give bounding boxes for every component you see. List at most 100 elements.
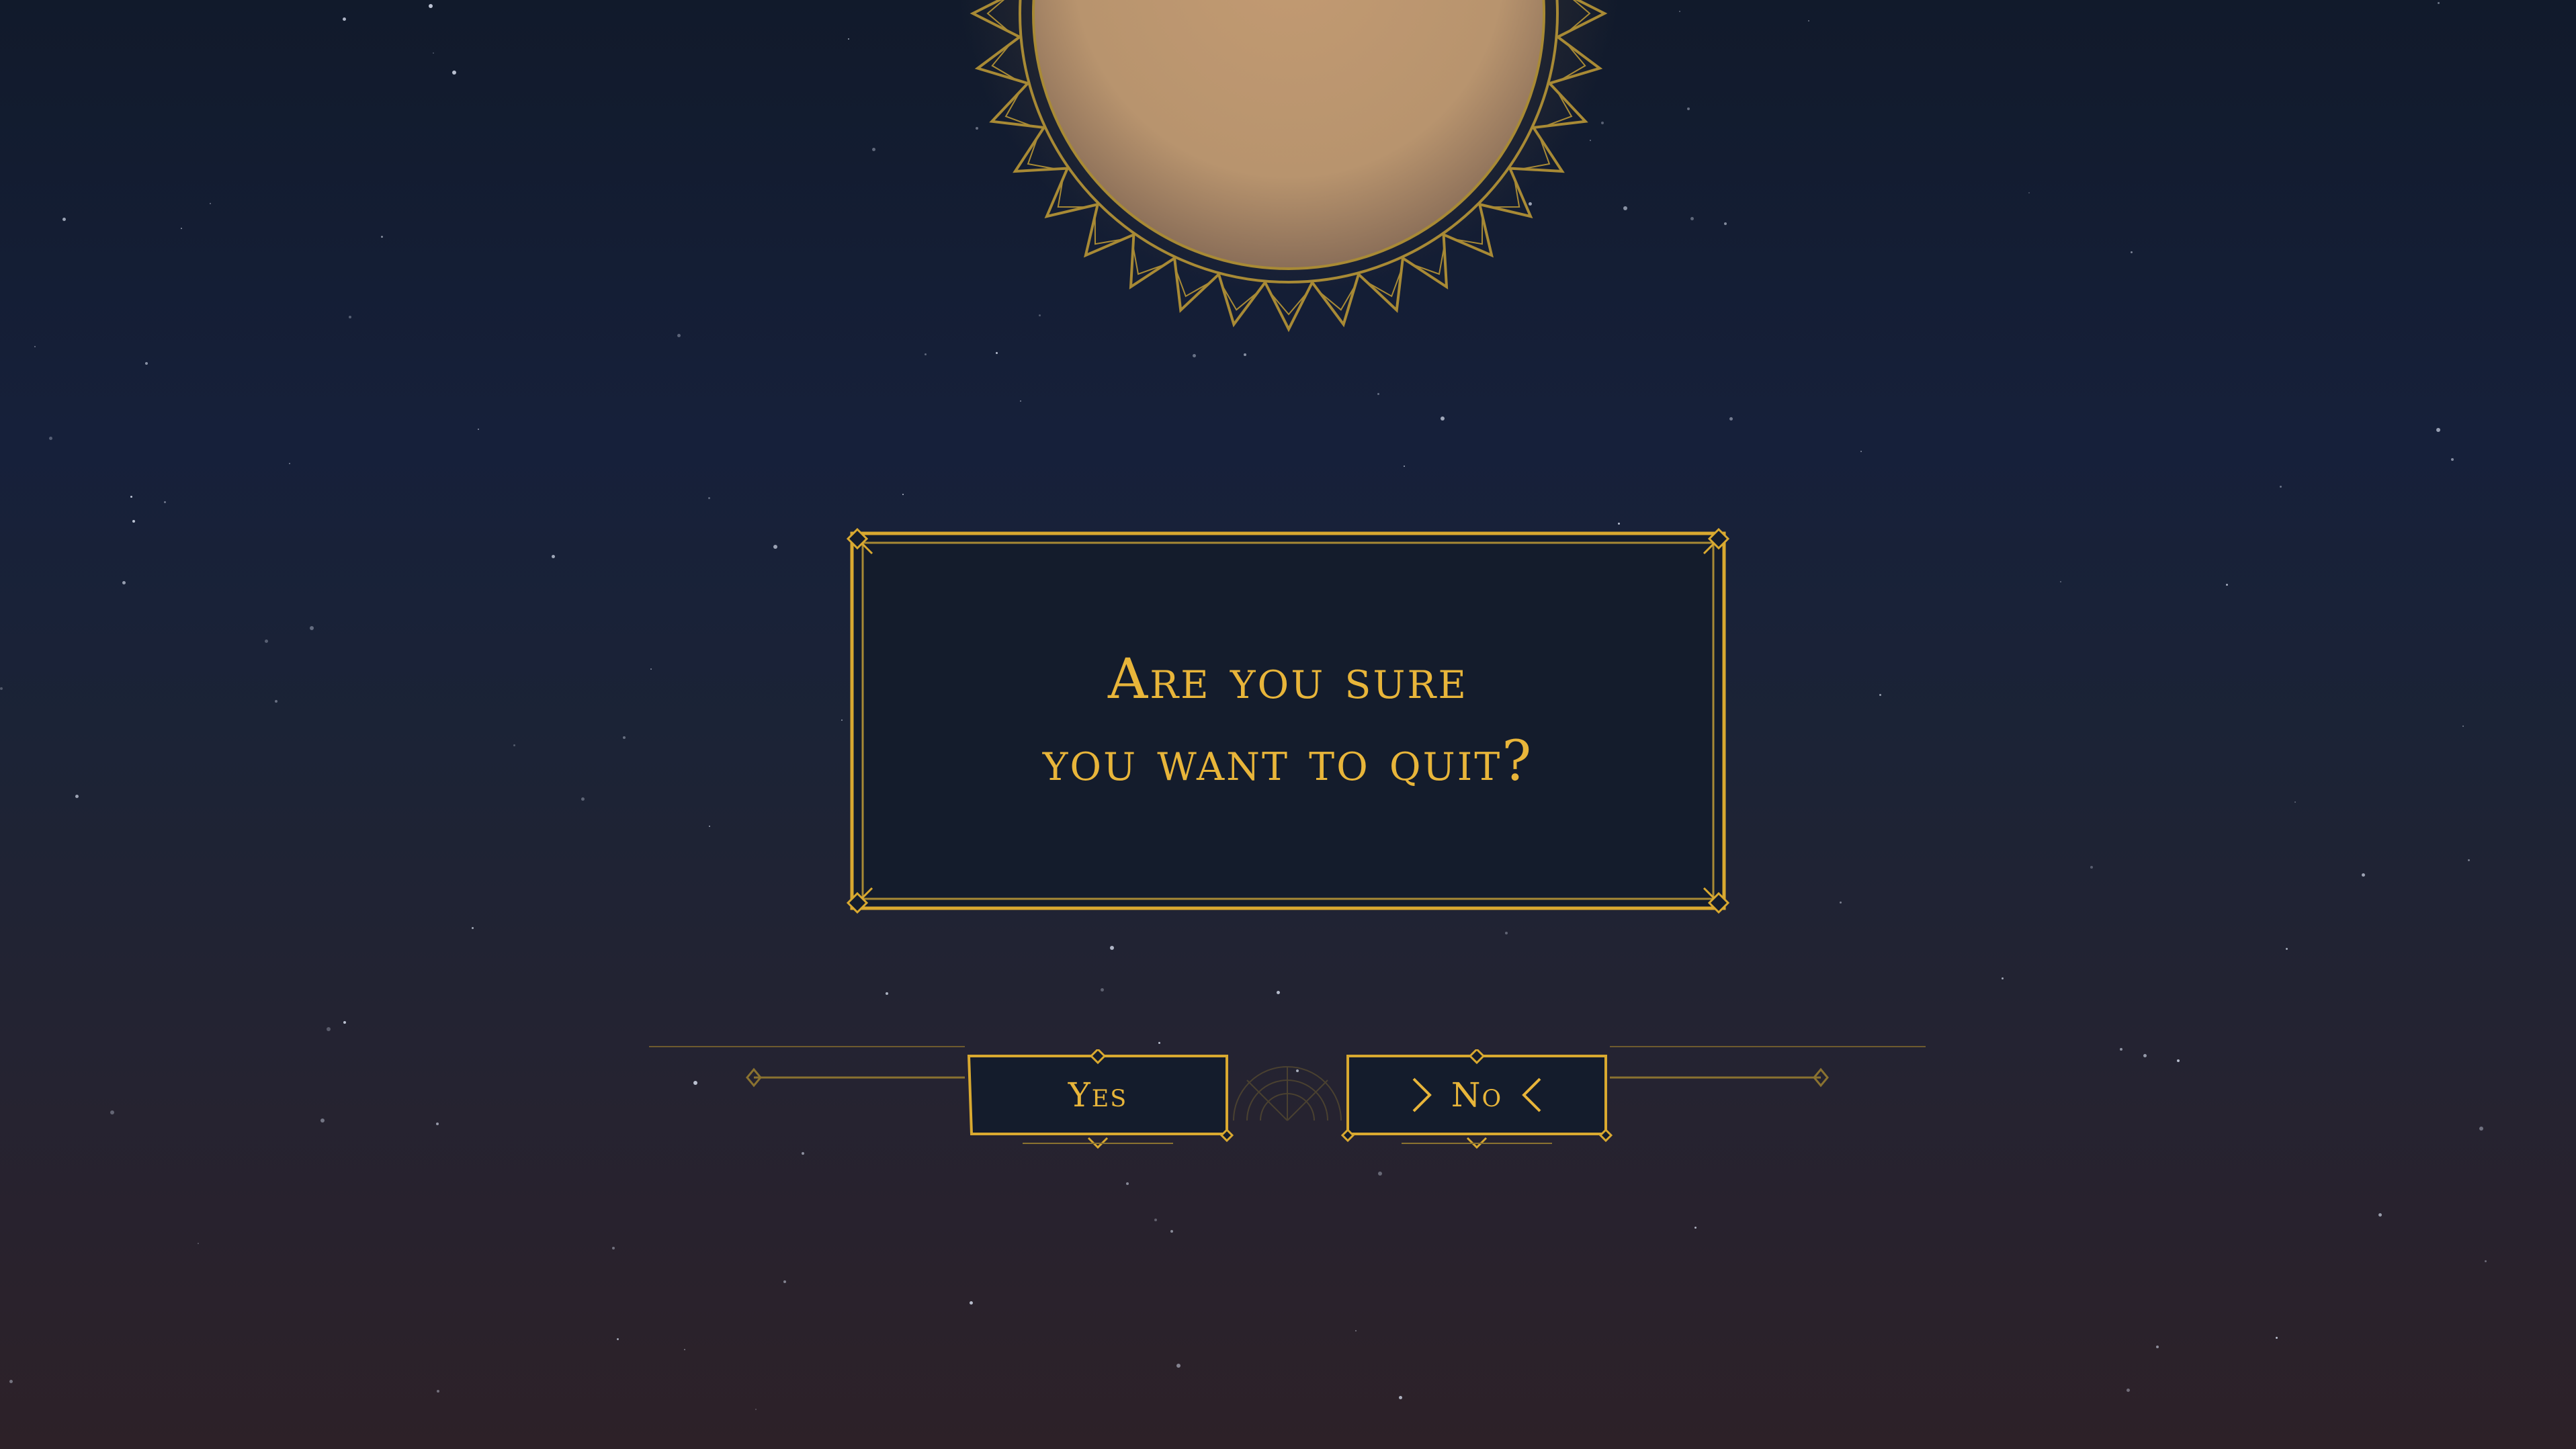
sun-ray — [1264, 281, 1314, 333]
star — [1729, 417, 1733, 421]
star — [1694, 1227, 1697, 1229]
star — [1244, 353, 1246, 356]
star — [1101, 988, 1104, 992]
star — [1724, 222, 1727, 225]
star — [472, 927, 474, 929]
star — [513, 744, 515, 746]
star — [349, 316, 351, 318]
star — [436, 1123, 439, 1125]
star — [2177, 1059, 2180, 1062]
star — [2286, 948, 2288, 950]
sun-ray-inner — [1174, 269, 1211, 298]
star — [1378, 1172, 1382, 1176]
star — [343, 1021, 346, 1024]
star — [1176, 1364, 1180, 1368]
star — [1505, 932, 1508, 934]
star — [1618, 523, 1620, 525]
sun-ray-inner — [1094, 214, 1124, 245]
sun-ray — [1549, 36, 1603, 85]
sun-ray — [1311, 273, 1360, 328]
star — [145, 362, 148, 365]
sun-ray — [974, 36, 1029, 85]
star — [617, 1338, 619, 1340]
star — [996, 352, 998, 354]
star — [841, 719, 843, 721]
star — [2479, 1127, 2483, 1131]
star — [886, 992, 888, 995]
yes-button-label: Yes — [1068, 1075, 1128, 1114]
star — [210, 203, 211, 204]
sun-ray — [1402, 234, 1449, 290]
star — [343, 17, 346, 21]
star — [1404, 466, 1405, 467]
star — [289, 463, 290, 464]
sun-ray-inner — [1453, 214, 1484, 245]
star — [677, 334, 681, 337]
button-row-ornament — [649, 1046, 1926, 1121]
no-button[interactable]: No — [1341, 1049, 1613, 1149]
star — [320, 1118, 325, 1123]
star — [783, 1280, 786, 1283]
star — [265, 640, 268, 643]
star — [2378, 1213, 2382, 1217]
star — [581, 797, 585, 801]
sun-emblem-icon — [970, 0, 1608, 333]
star — [1441, 416, 1445, 421]
chevron-left-icon — [1522, 1078, 1541, 1112]
star — [2028, 192, 2030, 193]
star — [2131, 251, 2133, 253]
star — [9, 1380, 13, 1383]
star — [2060, 581, 2061, 582]
star — [327, 1027, 331, 1031]
sun-ray — [1129, 234, 1176, 290]
star — [2120, 1048, 2122, 1051]
star — [1154, 1219, 1157, 1221]
star — [381, 236, 383, 238]
star — [2090, 866, 2093, 869]
star — [623, 736, 626, 739]
no-button-label: No — [1451, 1075, 1503, 1114]
star — [902, 494, 904, 495]
star — [478, 429, 479, 430]
star — [1399, 1396, 1402, 1399]
dialog-message-line-1: Are you sure — [1108, 648, 1468, 711]
star — [2276, 1337, 2278, 1339]
star — [198, 1243, 199, 1244]
star — [122, 581, 126, 584]
star — [2468, 859, 2470, 861]
star — [429, 4, 433, 8]
star — [2002, 977, 2004, 979]
dialog-message-line-2: you want to quit? — [1042, 730, 1534, 793]
star — [2438, 2, 2440, 4]
star — [2362, 873, 2365, 877]
sun-ray — [1217, 273, 1266, 328]
star — [75, 795, 79, 798]
dialog-buttons: Yes No — [649, 1026, 1926, 1168]
star — [650, 668, 652, 670]
star — [2156, 1346, 2159, 1348]
sun-ray — [1510, 126, 1565, 173]
star — [2485, 1260, 2487, 1262]
star — [132, 520, 135, 523]
star — [1170, 1230, 1173, 1233]
star — [2451, 458, 2454, 461]
sun-ray-inner — [1366, 269, 1403, 298]
chevron-right-icon — [1412, 1078, 1432, 1112]
star — [2226, 584, 2228, 586]
sun-ray-inner — [1544, 91, 1573, 128]
sun-ray-inner — [1004, 91, 1033, 128]
star — [709, 826, 710, 827]
star — [2436, 428, 2440, 432]
star — [130, 496, 132, 498]
star — [755, 1409, 757, 1410]
game-scene: Are you sure you want to quit? Yes No — [0, 0, 2576, 1449]
yes-button[interactable]: Yes — [966, 1049, 1234, 1149]
star — [552, 555, 555, 558]
sun-ray — [1013, 126, 1068, 173]
star — [1860, 451, 1862, 452]
star — [925, 353, 927, 355]
star — [275, 700, 277, 703]
star — [1879, 694, 1881, 696]
quit-confirm-dialog: Are you sure you want to quit? — [845, 527, 1731, 915]
star — [310, 626, 314, 630]
